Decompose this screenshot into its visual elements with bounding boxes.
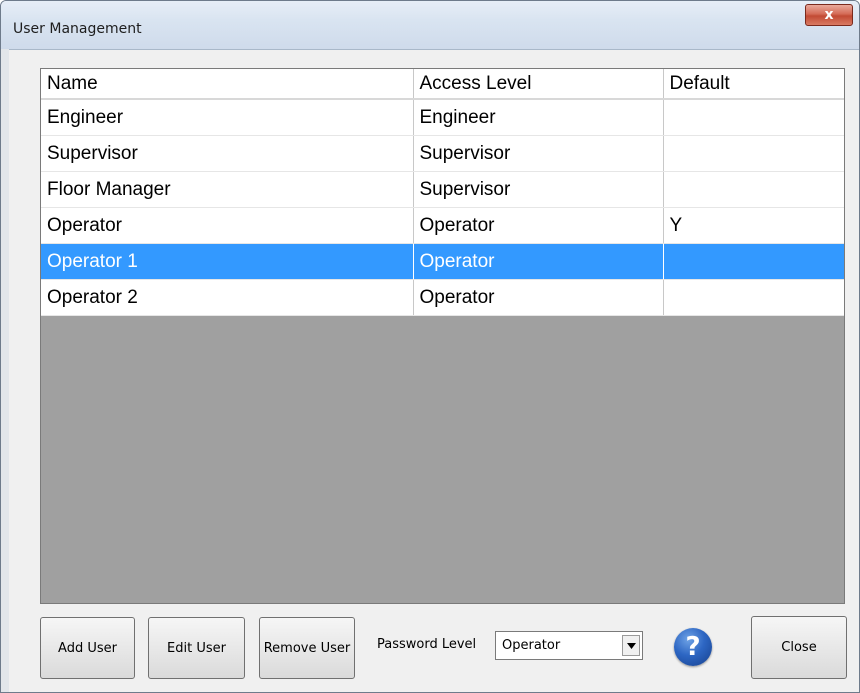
cell-name[interactable]: Operator 2	[41, 279, 414, 316]
column-header-default[interactable]: Default	[663, 69, 844, 100]
cell-name[interactable]: Supervisor	[41, 135, 414, 172]
window-edge	[1, 49, 9, 692]
add-user-button[interactable]: Add User	[40, 617, 135, 679]
table-row[interactable]: Supervisor Supervisor	[41, 135, 844, 172]
cell-default[interactable]	[663, 243, 844, 280]
table-row[interactable]: Operator Operator Y	[41, 207, 844, 244]
close-button[interactable]: Close	[751, 616, 847, 679]
table-row[interactable]: Operator 2 Operator	[41, 279, 844, 316]
chevron-down-icon[interactable]	[622, 635, 640, 656]
cell-access-level[interactable]: Supervisor	[413, 135, 664, 172]
table-row[interactable]: Floor Manager Supervisor	[41, 171, 844, 208]
cell-name[interactable]: Operator 1	[41, 243, 414, 280]
column-header-name[interactable]: Name	[41, 69, 414, 100]
cell-default[interactable]	[663, 99, 844, 136]
cell-access-level[interactable]: Operator	[413, 279, 664, 316]
cell-name[interactable]: Engineer	[41, 99, 414, 136]
users-table: Name Access Level Default Engineer Engin…	[41, 69, 844, 316]
cell-name[interactable]: Floor Manager	[41, 171, 414, 208]
cell-default[interactable]	[663, 135, 844, 172]
column-header-access-level[interactable]: Access Level	[413, 69, 664, 100]
cell-access-level[interactable]: Engineer	[413, 99, 664, 136]
cell-access-level[interactable]: Operator	[413, 243, 664, 280]
users-grid[interactable]: Name Access Level Default Engineer Engin…	[40, 68, 845, 604]
window-title: User Management	[13, 21, 142, 37]
help-icon[interactable]: ?	[674, 628, 712, 666]
title-bar: User Management x	[1, 1, 859, 50]
table-row-selected[interactable]: Operator 1 Operator	[41, 243, 844, 280]
cell-default[interactable]	[663, 171, 844, 208]
user-management-window: User Management x Name Access Level Defa…	[0, 0, 860, 693]
password-level-label: Password Level	[377, 637, 477, 652]
cell-access-level[interactable]: Operator	[413, 207, 664, 244]
password-level-value: Operator	[502, 638, 561, 653]
edit-user-button[interactable]: Edit User	[148, 617, 245, 679]
table-header-row: Name Access Level Default	[41, 69, 844, 100]
cell-default[interactable]: Y	[663, 207, 844, 244]
cell-access-level[interactable]: Supervisor	[413, 171, 664, 208]
password-level-select[interactable]: Operator	[495, 631, 643, 660]
close-window-button[interactable]: x	[805, 4, 853, 26]
remove-user-button[interactable]: Remove User	[259, 617, 355, 679]
cell-name[interactable]: Operator	[41, 207, 414, 244]
cell-default[interactable]	[663, 279, 844, 316]
table-row[interactable]: Engineer Engineer	[41, 99, 844, 136]
